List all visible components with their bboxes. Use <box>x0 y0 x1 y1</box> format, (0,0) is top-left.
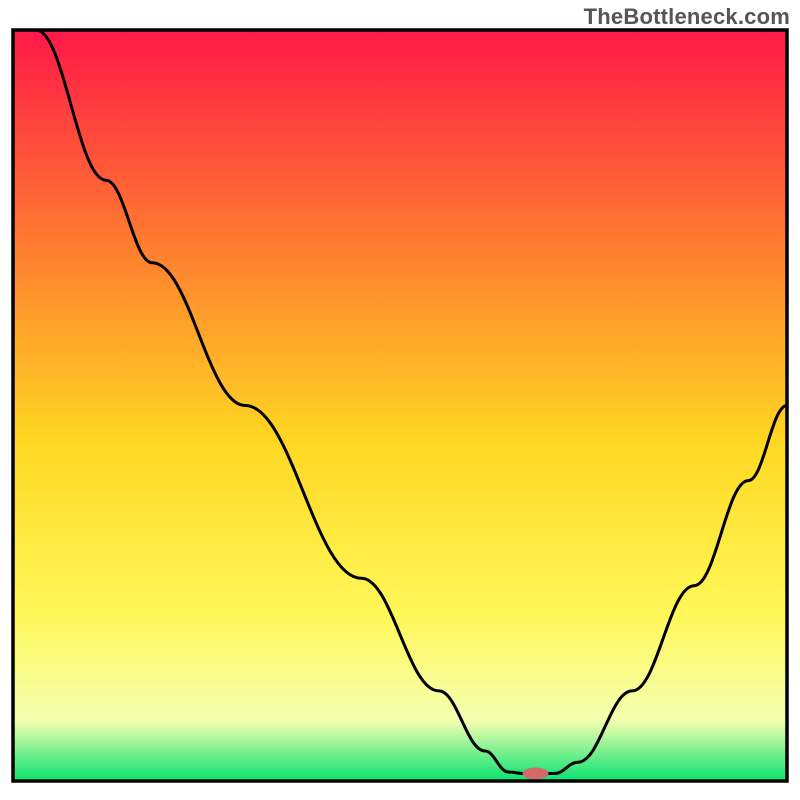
bottleneck-chart <box>0 0 800 800</box>
optimal-marker <box>523 768 549 780</box>
plot-background <box>13 30 787 781</box>
chart-container: TheBottleneck.com <box>0 0 800 800</box>
watermark-text: TheBottleneck.com <box>584 4 790 30</box>
